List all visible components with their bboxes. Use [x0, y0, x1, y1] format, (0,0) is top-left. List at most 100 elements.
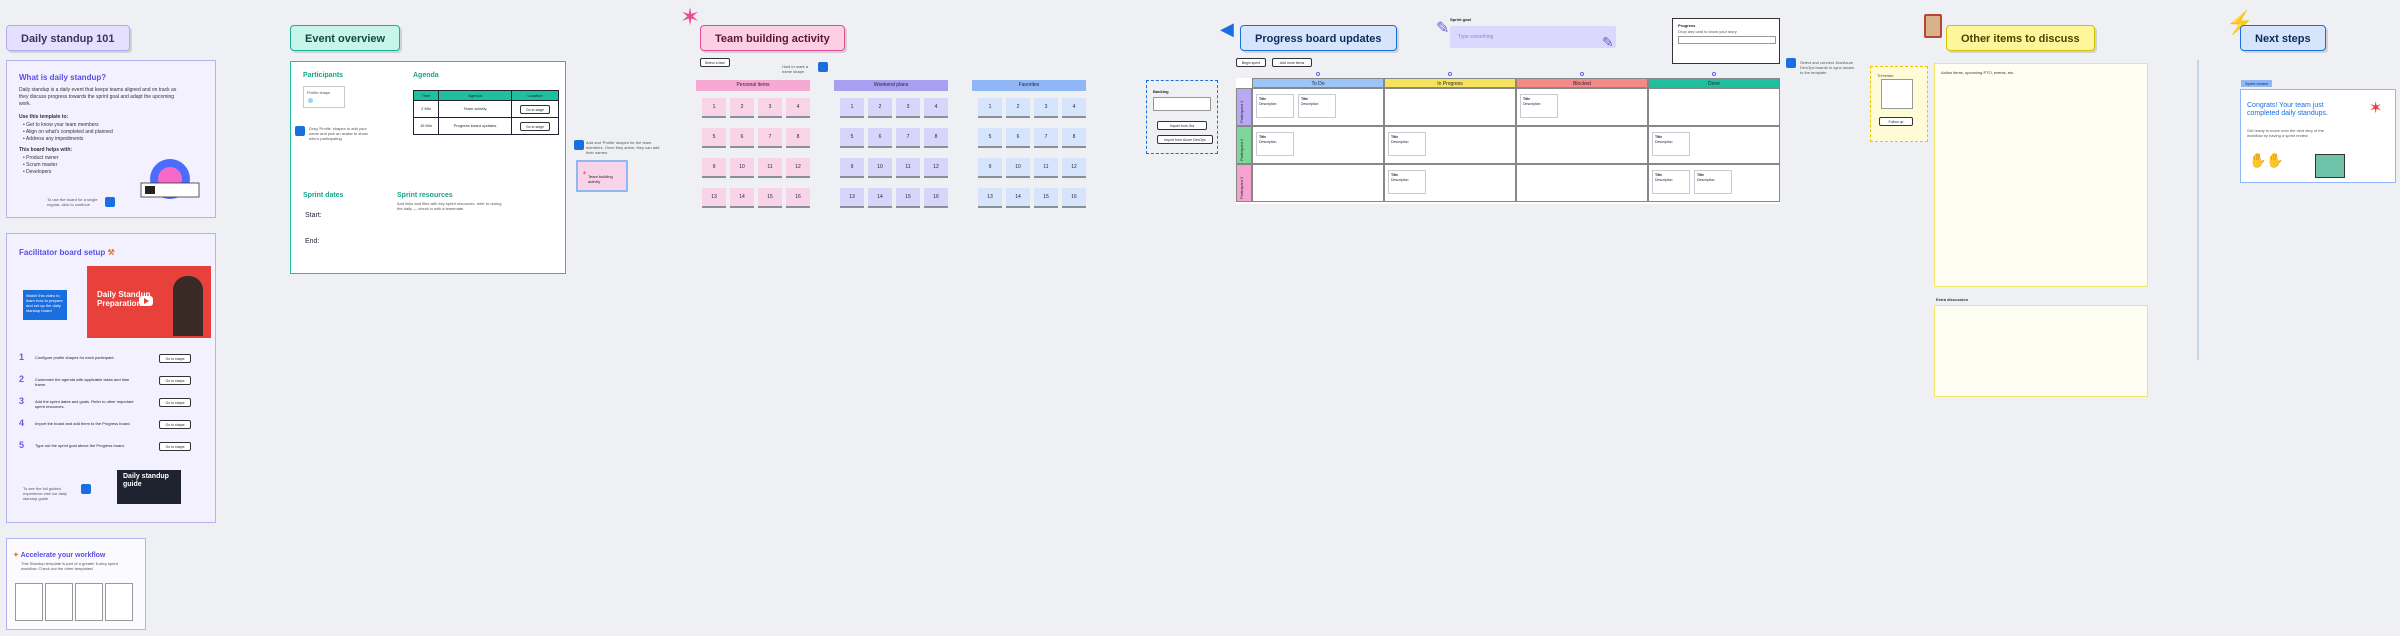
activity-cell[interactable]: 1: [840, 98, 864, 118]
connector-dot-icon[interactable]: [1580, 72, 1584, 76]
discussion-area[interactable]: Action items, upcoming PTO, events, etc.: [1934, 63, 2148, 287]
team-activity-sticky[interactable]: Team building activity ✶: [576, 160, 628, 192]
activity-cell[interactable]: 7: [1034, 128, 1058, 148]
activity-cell[interactable]: 11: [758, 158, 782, 178]
activity-cell[interactable]: 4: [924, 98, 948, 118]
backlog-card[interactable]: [1153, 97, 1211, 111]
activity-cell[interactable]: 1: [978, 98, 1002, 118]
activity-cell[interactable]: 4: [786, 98, 810, 118]
kanban-cell[interactable]: [1516, 164, 1648, 202]
activity-cell[interactable]: 9: [978, 158, 1002, 178]
add-items-button[interactable]: Add more items: [1272, 58, 1312, 67]
activity-cell[interactable]: 14: [868, 188, 892, 208]
activity-cell[interactable]: 10: [868, 158, 892, 178]
frame-tag-other-items[interactable]: Other items to discuss: [1946, 25, 2095, 51]
frame-tag-standup-101[interactable]: Daily standup 101: [6, 25, 130, 51]
activity-cell[interactable]: 8: [924, 128, 948, 148]
activity-cell[interactable]: 6: [1006, 128, 1030, 148]
connector-dot-icon[interactable]: [1316, 72, 1320, 76]
connector-dot-icon[interactable]: [1448, 72, 1452, 76]
activity-cell[interactable]: 11: [896, 158, 920, 178]
activity-cell[interactable]: 15: [896, 188, 920, 208]
import-jira-button[interactable]: Import from Jira: [1157, 121, 1207, 130]
activity-cell[interactable]: 9: [702, 158, 726, 178]
activity-cell[interactable]: 12: [1062, 158, 1086, 178]
progress-input[interactable]: [1678, 36, 1776, 44]
activity-cell[interactable]: 15: [758, 188, 782, 208]
activity-cell[interactable]: 8: [1062, 128, 1086, 148]
activity-cell[interactable]: 12: [786, 158, 810, 178]
go-to-stage-button[interactable]: Go to stage: [520, 122, 550, 131]
kanban-cell[interactable]: [1384, 88, 1516, 126]
pin-icon[interactable]: [574, 140, 584, 150]
activity-cell[interactable]: 10: [730, 158, 754, 178]
pin-icon[interactable]: [818, 62, 828, 72]
go-to-shape-button[interactable]: Go to shape: [159, 442, 191, 451]
activity-cell[interactable]: 16: [786, 188, 810, 208]
kanban-cell[interactable]: [1252, 164, 1384, 202]
task-card[interactable]: Title Description: [1298, 94, 1336, 118]
go-to-stage-button[interactable]: Go to stage: [520, 105, 550, 114]
task-card[interactable]: Title Description: [1256, 132, 1294, 156]
extra-discussion-area[interactable]: [1934, 305, 2148, 397]
frame-tag-next-steps[interactable]: Next steps: [2240, 25, 2326, 51]
activity-cell[interactable]: 6: [730, 128, 754, 148]
activity-cell[interactable]: 5: [840, 128, 864, 148]
youtube-play-icon[interactable]: [139, 296, 153, 306]
kanban-cell[interactable]: [1648, 88, 1780, 126]
workflow-thumb[interactable]: [15, 583, 43, 621]
kanban-cell[interactable]: [1516, 126, 1648, 164]
sprint-goal-input[interactable]: Type something: [1450, 26, 1616, 48]
activity-cell[interactable]: 2: [868, 98, 892, 118]
begin-sprint-button[interactable]: Begin sprint: [1236, 58, 1266, 67]
task-card[interactable]: Title Description: [1694, 170, 1732, 194]
activity-cell[interactable]: 7: [896, 128, 920, 148]
activity-cell[interactable]: 12: [924, 158, 948, 178]
activity-cell[interactable]: 13: [978, 188, 1002, 208]
workflow-thumb[interactable]: [75, 583, 103, 621]
activity-cell[interactable]: 9: [840, 158, 864, 178]
task-card[interactable]: Title Description: [1256, 94, 1294, 118]
workflow-thumb[interactable]: [105, 583, 133, 621]
activity-cell[interactable]: 1: [702, 98, 726, 118]
activity-cell[interactable]: 16: [924, 188, 948, 208]
frame-tag-team-building[interactable]: Team building activity: [700, 25, 845, 51]
activity-cell[interactable]: 14: [1006, 188, 1030, 208]
task-card[interactable]: Title Description: [1652, 170, 1690, 194]
activity-cell[interactable]: 14: [730, 188, 754, 208]
activity-cell[interactable]: 10: [1006, 158, 1030, 178]
video-thumbnail[interactable]: Daily Standup Preparation: [87, 266, 211, 338]
activity-cell[interactable]: 5: [978, 128, 1002, 148]
activity-cell[interactable]: 5: [702, 128, 726, 148]
sprint-review-badge[interactable]: Sprint review: [2241, 80, 2273, 87]
activity-cell[interactable]: 16: [1062, 188, 1086, 208]
select-face-button[interactable]: Select a face: [700, 58, 730, 67]
pin-icon[interactable]: [105, 197, 115, 207]
guide-card[interactable]: Daily standup guide: [117, 470, 181, 504]
profile-shape[interactable]: Profile shape: [303, 86, 345, 108]
activity-cell[interactable]: 6: [868, 128, 892, 148]
frame-tag-progress[interactable]: Progress board updates: [1240, 25, 1397, 51]
follow-up-button[interactable]: Follow up: [1879, 117, 1913, 126]
task-card[interactable]: Title Description: [1388, 170, 1426, 194]
activity-cell[interactable]: 2: [1006, 98, 1030, 118]
activity-cell[interactable]: 15: [1034, 188, 1058, 208]
go-to-shape-button[interactable]: Go to shape: [159, 398, 191, 407]
task-card[interactable]: Title Description: [1520, 94, 1558, 118]
sticky-note[interactable]: [1881, 79, 1913, 109]
activity-cell[interactable]: 3: [896, 98, 920, 118]
activity-cell[interactable]: 3: [1034, 98, 1058, 118]
activity-cell[interactable]: 8: [786, 128, 810, 148]
task-card[interactable]: Title Description: [1388, 132, 1426, 156]
pin-icon[interactable]: [81, 484, 91, 494]
activity-cell[interactable]: 3: [758, 98, 782, 118]
activity-cell[interactable]: 11: [1034, 158, 1058, 178]
go-to-shape-button[interactable]: Go to shape: [159, 376, 191, 385]
board-thumbnail[interactable]: [2315, 154, 2345, 178]
task-card[interactable]: Title Description: [1652, 132, 1690, 156]
go-to-shape-button[interactable]: Go to shape: [159, 354, 191, 363]
go-to-shape-button[interactable]: Go to shape: [159, 420, 191, 429]
pin-icon[interactable]: [1786, 58, 1796, 68]
activity-cell[interactable]: 4: [1062, 98, 1086, 118]
frame-tag-event-overview[interactable]: Event overview: [290, 25, 401, 51]
